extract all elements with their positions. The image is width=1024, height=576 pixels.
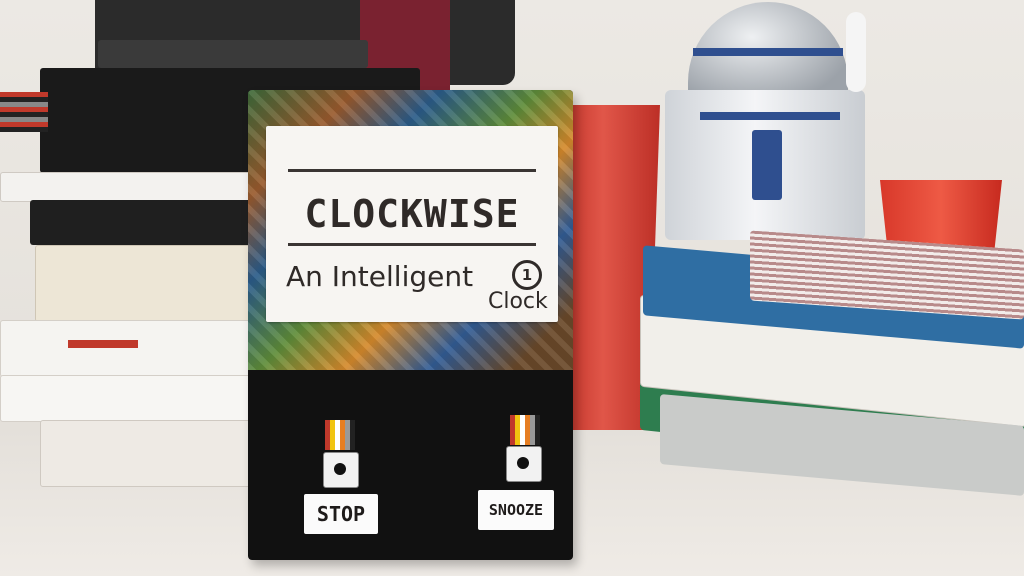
robot-spoon bbox=[846, 12, 866, 92]
snooze-button[interactable] bbox=[506, 446, 542, 482]
device-title: CLOCKWISE bbox=[304, 192, 520, 236]
robot-panel bbox=[752, 130, 782, 200]
book-cream bbox=[35, 245, 257, 322]
title-label: CLOCKWISE An Intelligent 1 Clock bbox=[266, 126, 558, 322]
book-white-2 bbox=[0, 320, 257, 377]
clockwise-device: CLOCKWISE An Intelligent 1 Clock STOP SN… bbox=[248, 90, 573, 560]
label-rule-top bbox=[288, 169, 536, 172]
book-black bbox=[30, 200, 255, 245]
red-cup-small bbox=[880, 180, 1002, 248]
label-rule-bottom bbox=[288, 243, 536, 246]
clock-icon: 1 bbox=[512, 260, 542, 290]
robot-band bbox=[693, 48, 843, 56]
stop-button-knob bbox=[334, 463, 346, 475]
device-subtitle-word: Clock bbox=[488, 289, 548, 314]
book-white-3 bbox=[0, 375, 257, 422]
book-white-4 bbox=[40, 420, 257, 487]
stop-button[interactable] bbox=[323, 452, 359, 488]
device-subtitle: An Intelligent bbox=[286, 260, 474, 293]
cables bbox=[0, 92, 48, 132]
snooze-label: SNOOZE bbox=[478, 490, 554, 530]
red-bookmark bbox=[68, 340, 138, 348]
stop-label: STOP bbox=[304, 494, 378, 534]
robot-band-lower bbox=[700, 112, 840, 120]
snooze-button-wires bbox=[510, 415, 540, 445]
stop-button-wires bbox=[325, 420, 355, 450]
hard-drive bbox=[98, 40, 368, 68]
book-white-1 bbox=[0, 172, 252, 202]
snooze-button-knob bbox=[517, 457, 529, 469]
